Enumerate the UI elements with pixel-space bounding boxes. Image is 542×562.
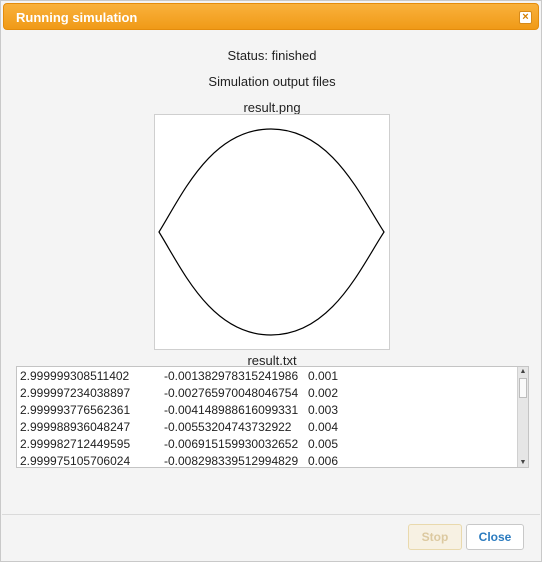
close-button[interactable]: Close bbox=[466, 524, 524, 550]
row-value-y: -0.002765970048046754 bbox=[164, 386, 299, 400]
scroll-up-arrow-icon[interactable]: ▲ bbox=[519, 367, 527, 376]
result-row: 2.999997234038897 -0.002765970048046754 … bbox=[20, 386, 510, 403]
image-file-name: result.png bbox=[243, 100, 301, 115]
stop-button[interactable]: Stop bbox=[408, 524, 462, 550]
result-row: 2.999988936048247 -0.00553204743732922 0… bbox=[20, 420, 510, 437]
dialog-footer: Stop Close bbox=[2, 514, 540, 561]
row-value-y: -0.008298339512994829 bbox=[164, 454, 299, 468]
result-image bbox=[154, 114, 390, 350]
dialog-title: Running simulation bbox=[16, 10, 138, 25]
row-value-x: 2.999999308511402 bbox=[20, 369, 130, 383]
close-icon[interactable]: × bbox=[519, 11, 532, 24]
row-value-y: -0.00553204743732922 bbox=[164, 420, 292, 434]
status-text: Status: finished bbox=[227, 48, 317, 63]
row-value-t: 0.001 bbox=[308, 369, 339, 383]
output-heading: Simulation output files bbox=[208, 74, 336, 89]
result-row: 2.999975105706024 -0.008298339512994829 … bbox=[20, 454, 510, 468]
simulation-dialog: Running simulation × Status: finished Si… bbox=[0, 0, 542, 562]
row-value-x: 2.999988936048247 bbox=[20, 420, 131, 434]
row-value-x: 2.999975105706024 bbox=[20, 454, 131, 468]
result-row: 2.999999308511402 -0.001382978315241986 … bbox=[20, 369, 510, 386]
row-value-t: 0.004 bbox=[308, 420, 339, 434]
dialog-content: Status: finished Simulation output files… bbox=[2, 32, 540, 513]
row-value-x: 2.999982712449595 bbox=[20, 437, 131, 451]
result-plot-curve bbox=[158, 128, 385, 336]
dialog-titlebar[interactable]: Running simulation × bbox=[3, 3, 539, 30]
row-value-t: 0.005 bbox=[308, 437, 339, 451]
result-row: 2.999993776562361 -0.004148988616099331 … bbox=[20, 403, 510, 420]
scroll-down-arrow-icon[interactable]: ▼ bbox=[519, 458, 527, 467]
row-value-x: 2.999993776562361 bbox=[20, 403, 131, 417]
scrollbar-thumb[interactable] bbox=[519, 378, 527, 398]
row-value-y: -0.004148988616099331 bbox=[164, 403, 299, 417]
row-value-y: -0.001382978315241986 bbox=[164, 369, 299, 383]
row-value-x: 2.999997234038897 bbox=[20, 386, 131, 400]
vertical-scrollbar[interactable]: ▲ ▼ bbox=[517, 367, 528, 467]
result-row: 2.999982712449595 -0.006915159930032652 … bbox=[20, 437, 510, 454]
row-value-t: 0.002 bbox=[308, 386, 339, 400]
row-value-t: 0.006 bbox=[308, 454, 339, 468]
row-value-t: 0.003 bbox=[308, 403, 339, 417]
result-text-area[interactable]: 2.999999308511402 -0.001382978315241986 … bbox=[16, 366, 529, 468]
row-value-y: -0.006915159930032652 bbox=[164, 437, 299, 451]
